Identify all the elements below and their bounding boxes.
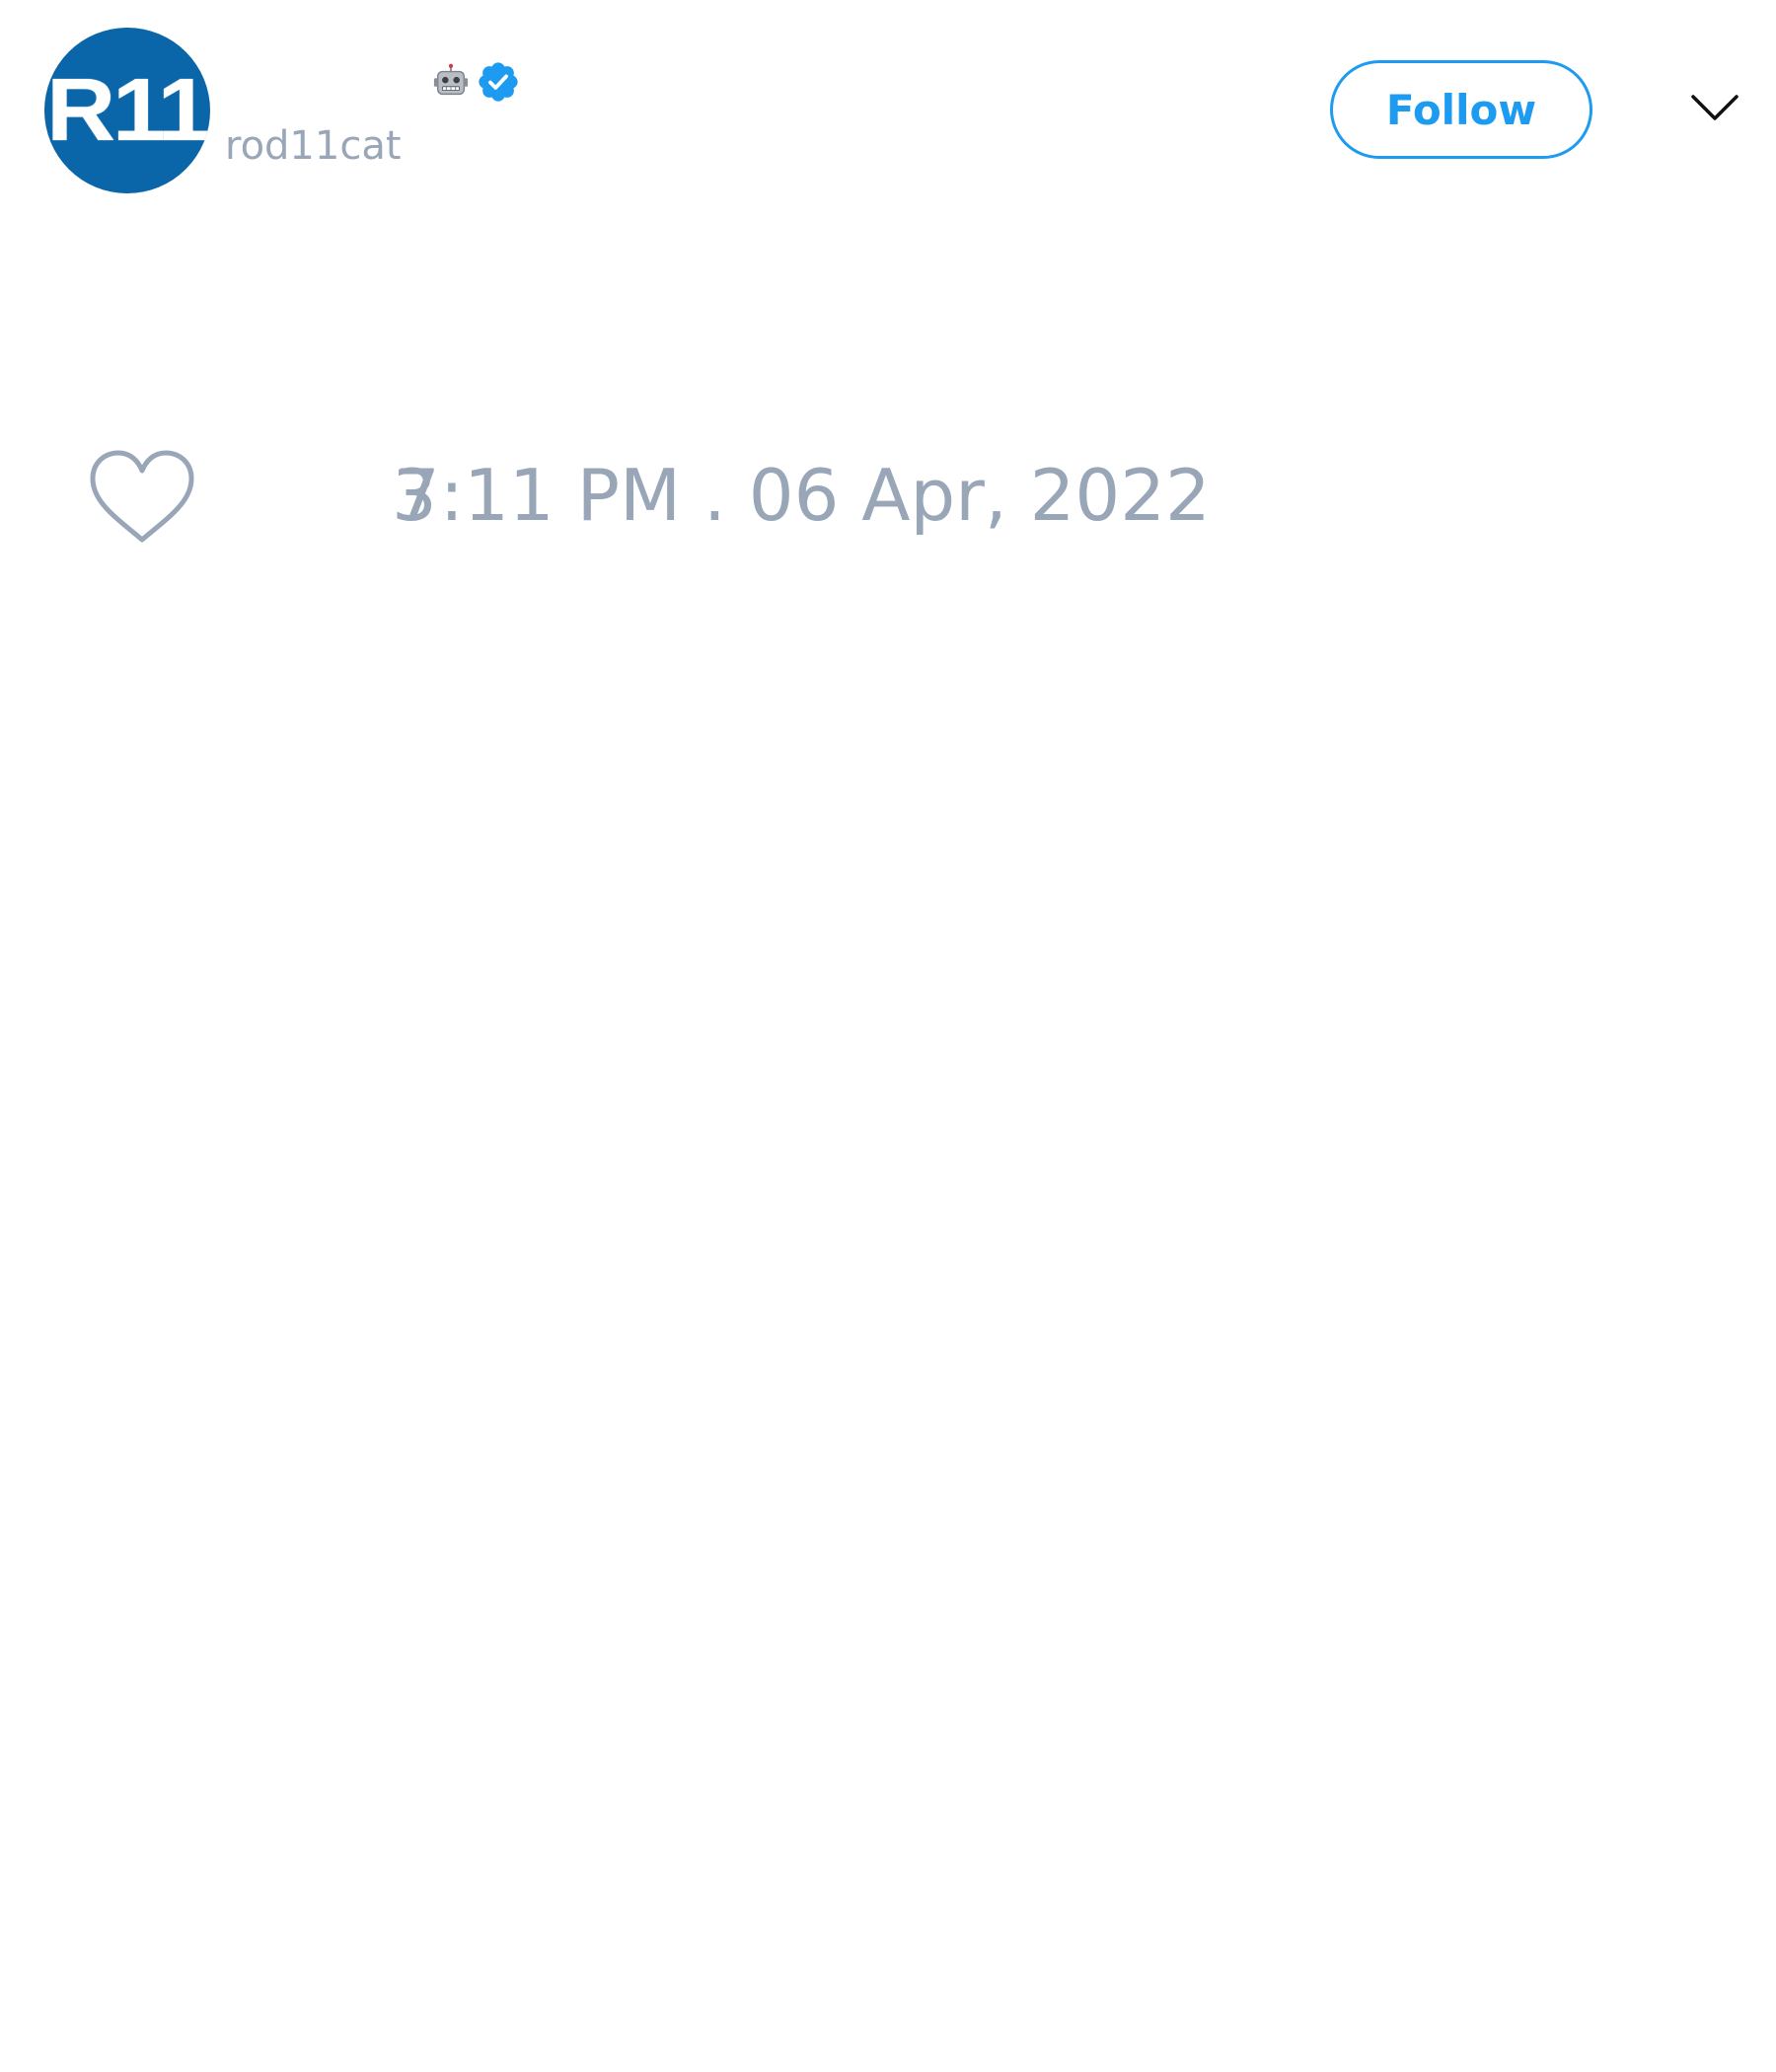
username[interactable]: rod11cat — [225, 126, 402, 166]
heart-icon — [90, 450, 194, 543]
robot-icon — [433, 63, 469, 96]
avatar[interactable]: R11 — [44, 28, 210, 193]
follow-button[interactable]: Follow — [1330, 60, 1592, 159]
more-options-button[interactable] — [1689, 89, 1740, 128]
verified-icon — [479, 62, 518, 102]
author-badges — [432, 57, 521, 107]
chevron-down-icon — [1691, 95, 1739, 120]
tweet-actions: 3 — [87, 442, 437, 551]
avatar-text: R11 — [46, 60, 210, 160]
tweet-timestamp[interactable]: 7:11 PM . 06 Apr, 2022 — [395, 460, 1211, 531]
like-button[interactable] — [87, 447, 197, 546]
